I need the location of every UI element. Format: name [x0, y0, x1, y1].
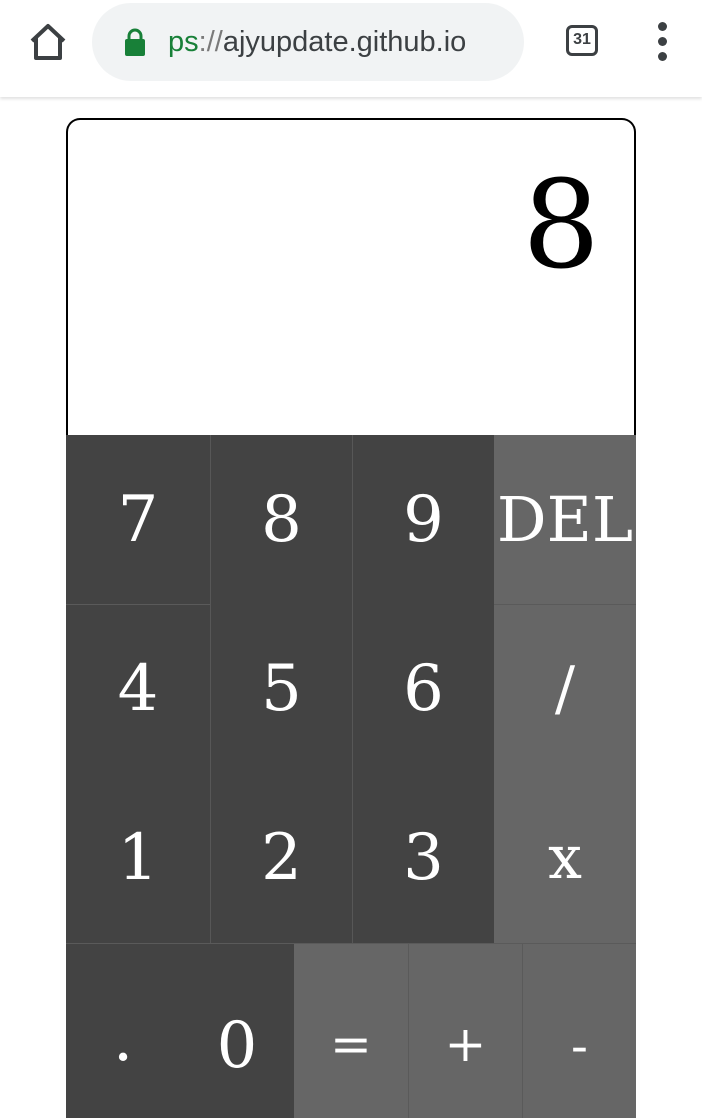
key-6[interactable]: 6 [352, 604, 494, 773]
more-vert-icon[interactable] [650, 22, 678, 62]
menu-dot [658, 22, 667, 31]
display-value: 8 [522, 154, 600, 296]
decimal-button[interactable]: . [66, 943, 180, 1118]
calculator-display: 8 [66, 118, 636, 435]
minus-button[interactable]: - [522, 943, 636, 1118]
home-icon [30, 24, 66, 60]
url-separator: :// [198, 26, 223, 58]
plus-button[interactable]: + [408, 943, 522, 1118]
key-2[interactable]: 2 [210, 773, 352, 943]
equals-button[interactable]: = [294, 943, 408, 1118]
menu-dot [658, 37, 667, 46]
url-scheme: ps [168, 26, 199, 58]
key-0[interactable]: 0 [180, 943, 294, 1118]
url-text[interactable]: ps://ajyupdate.github.io [168, 3, 466, 81]
menu-dot [658, 52, 667, 61]
key-8[interactable]: 8 [210, 435, 352, 604]
multiply-button[interactable]: x [494, 773, 636, 943]
key-3[interactable]: 3 [352, 773, 494, 943]
browser-toolbar: ps://ajyupdate.github.io 31 [0, 0, 702, 97]
key-4[interactable]: 4 [66, 604, 210, 773]
key-1[interactable]: 1 [66, 773, 210, 943]
url-host: ajyupdate.github.io [222, 26, 467, 58]
key-7[interactable]: 7 [66, 435, 210, 604]
home-button[interactable] [22, 19, 74, 65]
calculator: 8 7 8 9 DEL 4 5 6 / 1 2 3 x . 0 = + - [66, 118, 636, 1118]
delete-button[interactable]: DEL [494, 435, 636, 604]
lock-icon [125, 28, 145, 56]
key-5[interactable]: 5 [210, 604, 352, 773]
address-bar[interactable]: ps://ajyupdate.github.io [92, 3, 524, 81]
tab-switcher-button[interactable]: 31 [566, 25, 598, 56]
key-9[interactable]: 9 [352, 435, 494, 604]
divide-button[interactable]: / [494, 604, 636, 773]
